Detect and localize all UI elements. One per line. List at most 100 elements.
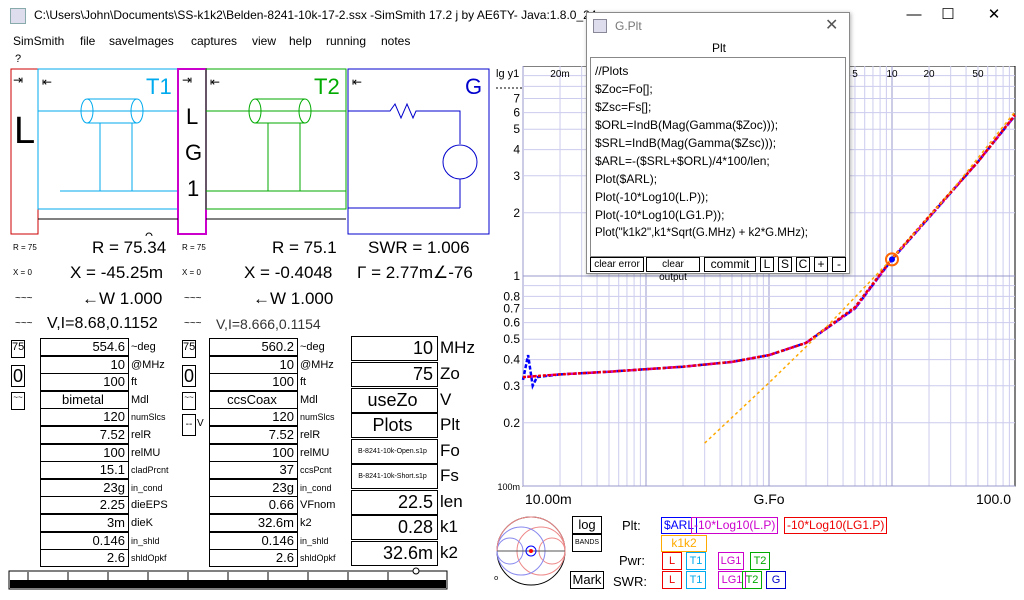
plt-minus-button[interactable]: -	[832, 257, 846, 272]
plt-close-icon[interactable]: ✕	[825, 15, 838, 35]
help-mark[interactable]: ?	[15, 53, 21, 65]
swr-toggle-l[interactable]: L	[662, 571, 682, 589]
menu-saveimages[interactable]: saveImages	[109, 34, 174, 48]
plt-l-button[interactable]: L	[760, 257, 774, 272]
t2-value-cell[interactable]: 32.6m	[209, 514, 298, 532]
swr-toggle-t2[interactable]: T2	[742, 571, 762, 589]
t2-dashv-box[interactable]: --	[182, 414, 196, 436]
legend-lp[interactable]: -10*Log10(L.P)	[691, 517, 779, 534]
legend-lg1p[interactable]: -10*Log10(LG1.P)	[784, 517, 888, 534]
t1-field-label: @MHz	[131, 358, 165, 371]
menu-running[interactable]: running	[326, 34, 366, 48]
close-icon[interactable]: ✕	[974, 4, 1014, 26]
t2-value-cell[interactable]: 0.66	[209, 496, 298, 515]
t1-field-label: shldOpkf	[131, 553, 167, 564]
t2-value-cell[interactable]: 120	[209, 408, 298, 427]
t1-value-cell[interactable]: 554.6	[40, 338, 129, 356]
t1-value-cell[interactable]: 3m	[40, 514, 129, 532]
gen-k2-field[interactable]: 32.6m	[351, 541, 438, 566]
x-top-tick-label: 10	[886, 69, 898, 80]
frequency-slider[interactable]	[8, 566, 448, 590]
swr-toggle-g[interactable]: G	[766, 571, 786, 589]
gen-fo-field[interactable]: B-8241-10k-Open.s1p	[351, 439, 438, 464]
t2-coax-icon[interactable]: ~~	[182, 392, 196, 410]
legend-k1k2[interactable]: k1k2	[661, 535, 707, 552]
t1-coax-icon[interactable]: ~~	[11, 392, 25, 410]
mark-button[interactable]: Mark	[570, 571, 604, 589]
gen-len-field[interactable]: 22.5	[351, 490, 438, 515]
gen-plt-field[interactable]: Plots	[351, 413, 438, 438]
t1-field-label: dieK	[131, 517, 154, 529]
t1-value-cell[interactable]: 0.146	[40, 531, 129, 550]
pwr-toggle-lg1[interactable]: LG1	[718, 552, 744, 570]
plt-window-icon	[593, 19, 607, 33]
maximize-icon[interactable]: ☐	[928, 4, 968, 26]
pwr-toggle-t2[interactable]: T2	[750, 552, 770, 570]
t2-value-cell[interactable]: 37	[209, 461, 298, 480]
clear-error-button[interactable]: clear error	[590, 257, 644, 272]
t2-zero-box[interactable]: 0	[182, 365, 196, 387]
t1-value-cell[interactable]: 120	[40, 408, 129, 427]
code-line: //Plots	[595, 64, 629, 78]
y-tick-label: 100m	[497, 482, 520, 492]
pwr-toggle-t1[interactable]: T1	[686, 552, 706, 570]
commit-button[interactable]: commit	[704, 257, 756, 272]
menu-simsmith[interactable]: SimSmith	[13, 34, 64, 48]
t1-value-cell[interactable]: 2.25	[40, 496, 129, 515]
t1-value-cell[interactable]: 2.6	[40, 549, 129, 568]
menu-file[interactable]: file	[80, 34, 95, 48]
t1-field-label: numSlcs	[131, 412, 166, 423]
plt-code-editor[interactable]: //Plots $Zoc=Fo[]; $Zsc=Fs[]; $ORL=IndB(…	[590, 57, 846, 257]
menu-captures[interactable]: captures	[191, 34, 237, 48]
gen-mhz-field[interactable]: 10	[351, 336, 438, 361]
t2-value-cell[interactable]: 23g	[209, 478, 298, 497]
t2-label: T2	[314, 74, 340, 99]
clear-output-button[interactable]: clear output	[646, 257, 700, 283]
smith-chart-thumbnail[interactable]: o	[494, 514, 568, 590]
t1-value-cell[interactable]: 100	[40, 443, 129, 462]
bands-button[interactable]: BANDS	[572, 534, 602, 552]
t2-field-label: @MHz	[300, 358, 334, 371]
t2-value-cell[interactable]: 2.6	[209, 549, 298, 568]
t1-zero-box[interactable]: 0	[11, 365, 25, 387]
y-tick-label: 4	[513, 143, 520, 157]
t2-field-label: in_cond	[300, 482, 332, 493]
t1-field-label: Mdl	[131, 393, 149, 406]
gen-v-field[interactable]: useZo	[351, 388, 438, 413]
t1-value-cell[interactable]: 7.52	[40, 426, 129, 444]
gen-zo-field[interactable]: 75	[351, 362, 438, 387]
pwr-toggle-l[interactable]: L	[662, 552, 682, 570]
t2-value-cell[interactable]: 0.146	[209, 531, 298, 550]
t2-value-cell[interactable]: 100	[209, 443, 298, 462]
log-button[interactable]: log	[572, 516, 602, 534]
t2-value-cell[interactable]: ccsCoax	[209, 390, 298, 409]
menu-notes[interactable]: notes	[381, 34, 410, 48]
wave-icon-1: ~~~	[15, 293, 33, 304]
t2-field-label: VFnom	[300, 499, 336, 512]
t1-value-cell[interactable]: bimetal	[40, 390, 129, 409]
lg1-letter-l: L	[186, 104, 199, 129]
t1-zo-box[interactable]: 75	[11, 340, 25, 358]
t1-value-cell[interactable]: 15.1	[40, 461, 129, 480]
t2-value-cell[interactable]: 10	[209, 355, 298, 374]
plt-c-button[interactable]: C	[796, 257, 810, 272]
t2-zo-box[interactable]: 75	[182, 340, 196, 358]
plt-s-button[interactable]: S	[778, 257, 792, 272]
plt-plus-button[interactable]: +	[814, 257, 828, 272]
t2-value-cell[interactable]: 100	[209, 373, 298, 392]
gen-k1-field[interactable]: 0.28	[351, 515, 438, 540]
menu-help[interactable]: help	[289, 34, 312, 48]
right-vi-readout: V,I=8.666,0.1154	[216, 316, 321, 332]
x-bottom-tick-label: 10.00m	[525, 491, 572, 507]
t2-value-cell[interactable]: 7.52	[209, 426, 298, 444]
title-bar: C:\Users\John\Documents\SS-k1k2\Belden-8…	[0, 0, 1024, 32]
t1-value-cell[interactable]: 23g	[40, 478, 129, 497]
t2-value-cell[interactable]: 560.2	[209, 338, 298, 356]
t1-value-cell[interactable]: 100	[40, 373, 129, 392]
swr-toggle-t1[interactable]: T1	[686, 571, 706, 589]
plt-window[interactable]: G.Plt ✕ Plt //Plots $Zoc=Fo[]; $Zsc=Fs[]…	[586, 12, 850, 283]
gen-fs-field[interactable]: B-8241-10k-Short.s1p	[351, 464, 438, 489]
menu-view[interactable]: view	[252, 34, 276, 48]
t1-value-cell[interactable]: 10	[40, 355, 129, 374]
left-x-readout: X = -45.25m	[70, 263, 164, 282]
